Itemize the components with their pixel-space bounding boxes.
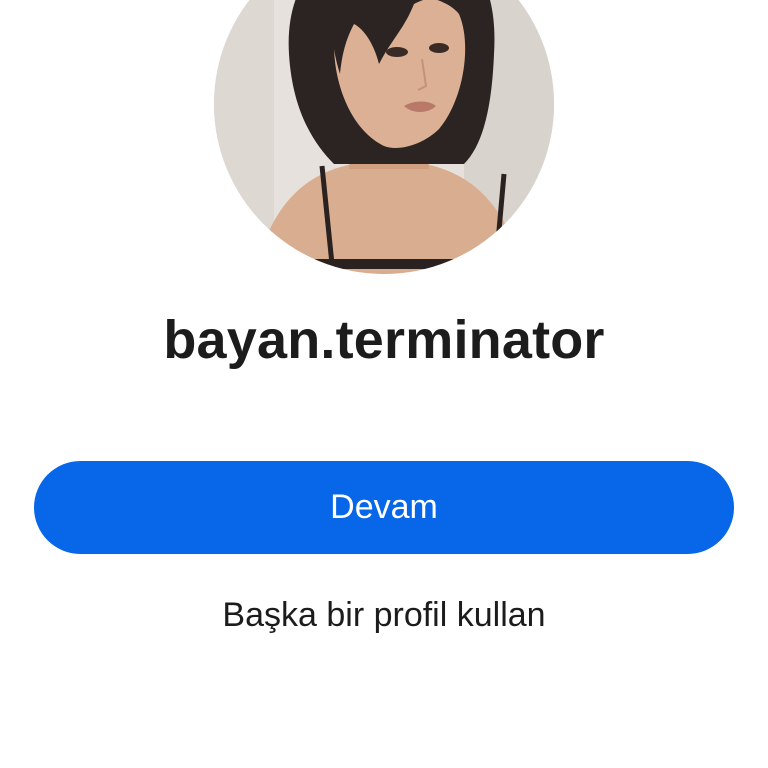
login-screen: bayan.terminator Devam Başka bir profil …	[0, 0, 768, 768]
profile-photo-icon	[214, 0, 554, 274]
profile-avatar	[214, 0, 554, 274]
use-another-profile-link[interactable]: Başka bir profil kullan	[0, 593, 768, 637]
continue-button[interactable]: Devam	[34, 461, 734, 554]
profile-username: bayan.terminator	[163, 310, 605, 370]
